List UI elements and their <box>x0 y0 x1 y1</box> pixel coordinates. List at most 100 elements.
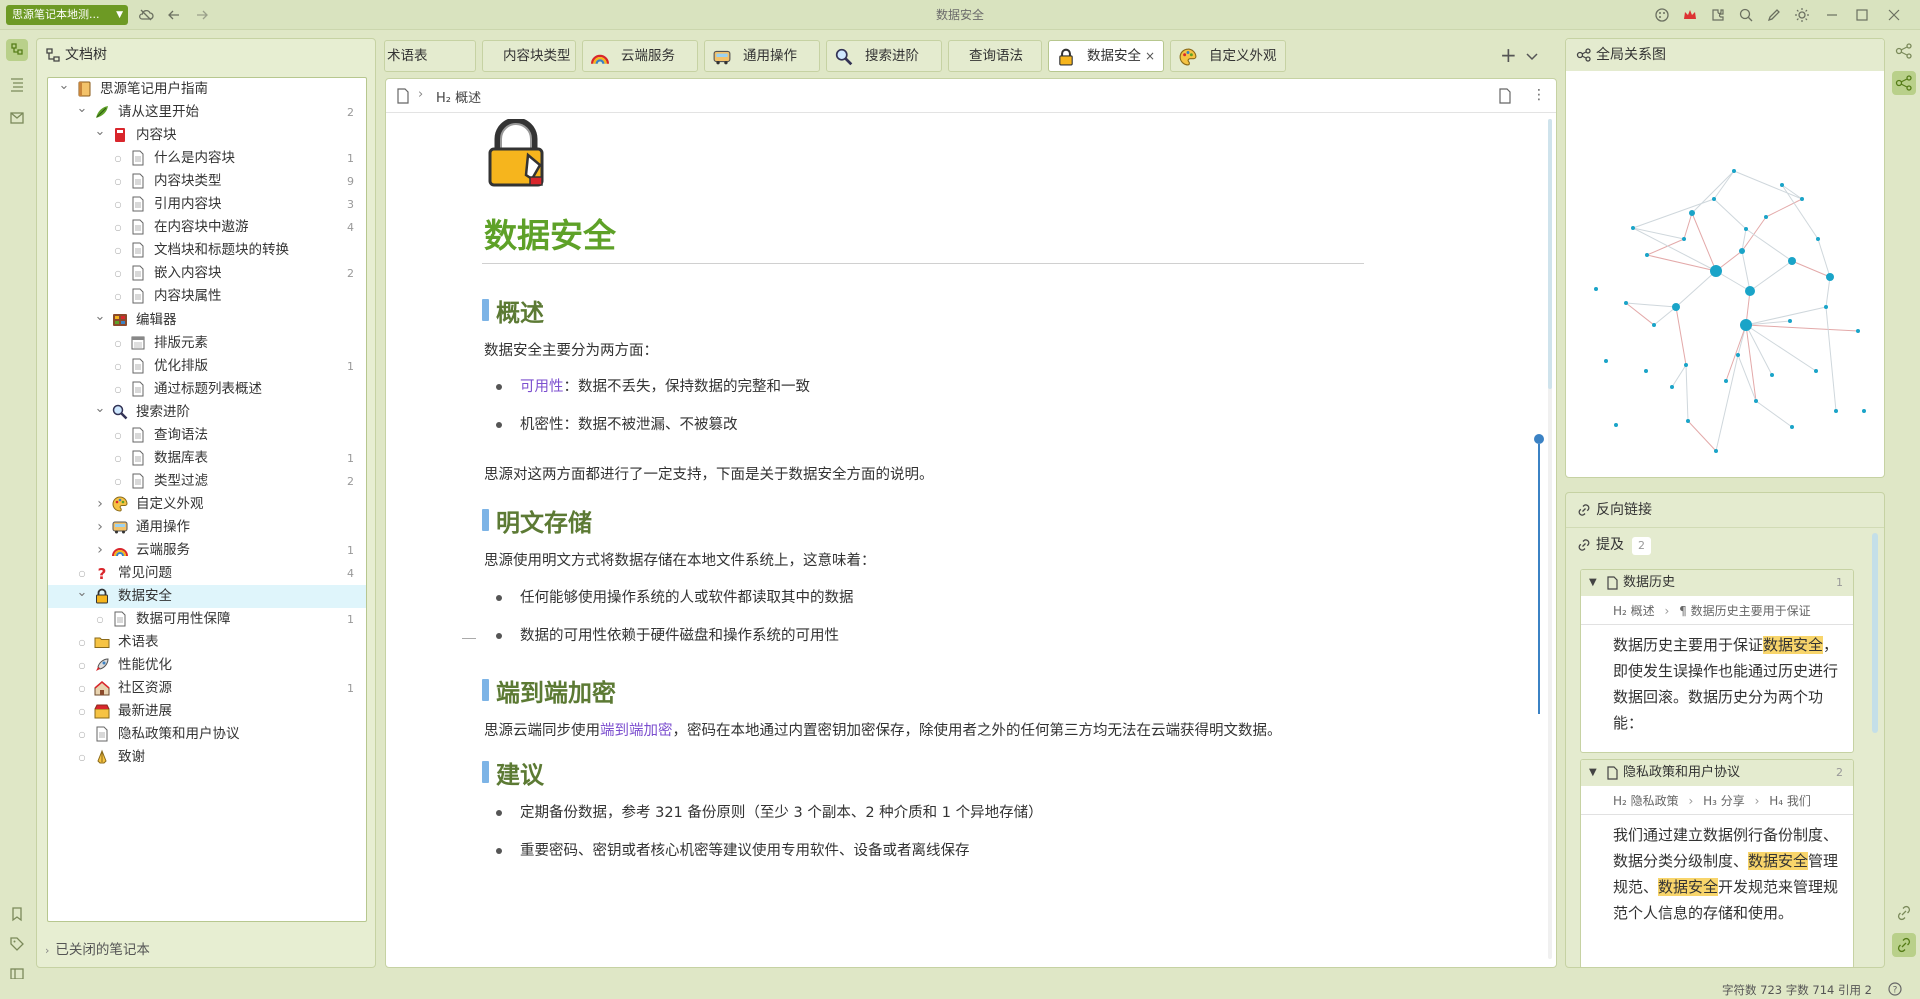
paragraph[interactable]: 思源云端同步使用端到端加密，密码在本地通过内置密钥加密保存，除使用者之外的任何第… <box>484 719 1282 740</box>
tree-item[interactable]: ⌄ 编辑器 <box>48 309 366 332</box>
crown-icon[interactable] <box>1682 7 1698 23</box>
tree-item[interactable]: ○ 在内容块中遨游 4 <box>48 216 366 239</box>
graph-node[interactable] <box>1764 215 1768 219</box>
tree-item[interactable]: › 云端服务 1 <box>48 539 366 562</box>
tree-item[interactable]: › 通用操作 <box>48 516 366 539</box>
tree-item[interactable]: ○ 引用内容块 3 <box>48 193 366 216</box>
breadcrumb-item[interactable]: H₂ 概述 <box>436 87 481 106</box>
breadcrumb-item[interactable]: H₄ 我们 <box>1769 794 1811 808</box>
tree-item[interactable]: ○ 社区资源 1 <box>48 677 366 700</box>
graph-node[interactable] <box>1670 385 1674 389</box>
graph-node[interactable] <box>1824 305 1828 309</box>
link-dock-icon[interactable] <box>1894 903 1914 923</box>
search-icon[interactable] <box>1738 7 1754 23</box>
graph-node[interactable] <box>1856 329 1860 333</box>
link-e2e-encryption[interactable]: 端到端加密 <box>600 723 673 739</box>
tab[interactable]: 云端服务 <box>582 40 698 72</box>
chevron-right-icon[interactable]: › <box>94 493 106 516</box>
tab[interactable]: 数据安全 × <box>1048 40 1164 72</box>
backlink-text[interactable]: 我们通过建立数据例行备份制度、数据分类分级制度、数据安全管理规范、数据安全开发规… <box>1613 822 1841 926</box>
graph-node[interactable] <box>1816 237 1820 241</box>
graph-node[interactable] <box>1682 237 1686 241</box>
mentions-header[interactable]: 提及 2 <box>1566 527 1884 561</box>
tree-item[interactable]: ○ 性能优化 <box>48 654 366 677</box>
graph-node[interactable] <box>1754 399 1758 403</box>
graph-node[interactable] <box>1740 319 1752 331</box>
graph-canvas[interactable] <box>1566 71 1884 477</box>
lock-icon[interactable] <box>484 119 550 189</box>
tree-item[interactable]: ⌄ 搜索进阶 <box>48 401 366 424</box>
chevron-down-icon[interactable]: ⌄ <box>94 401 106 424</box>
graph-node[interactable] <box>1790 425 1794 429</box>
graph-node[interactable] <box>1780 183 1784 187</box>
tree-item[interactable]: ○ 内容块属性 <box>48 285 366 308</box>
tree-item[interactable]: ○ 嵌入内容块 2 <box>48 262 366 285</box>
tree-item[interactable]: ○? 常见问题 4 <box>48 562 366 585</box>
tree-item[interactable]: ○ 查询语法 <box>48 424 366 447</box>
tab[interactable]: 术语表 <box>384 40 476 72</box>
edit-icon[interactable] <box>1766 7 1782 23</box>
graph-node[interactable] <box>1714 449 1718 453</box>
tree-item[interactable]: ⌄ 思源笔记用户指南 <box>48 78 366 101</box>
graph-node[interactable] <box>1744 227 1748 231</box>
graph-node[interactable] <box>1788 257 1796 265</box>
graph-node[interactable] <box>1862 409 1866 413</box>
graph-node[interactable] <box>1689 210 1695 216</box>
add-tab-icon[interactable]: + <box>1500 45 1518 65</box>
tree-item[interactable]: ○ 数据库表 1 <box>48 447 366 470</box>
chevron-down-icon[interactable]: ⌄ <box>94 124 106 147</box>
tree-item[interactable]: ○ 隐私政策和用户协议 <box>48 723 366 746</box>
graph-node[interactable] <box>1724 379 1728 383</box>
breadcrumb-item[interactable]: ¶ 数据历史主要用于保证 <box>1679 604 1810 618</box>
plugin-icon[interactable] <box>1710 7 1726 23</box>
list-item[interactable]: 机密性：数据不被泄漏、不被篡改 <box>520 413 738 434</box>
closed-notebooks[interactable]: › 已关闭的笔记本 <box>45 939 345 961</box>
graph-node[interactable] <box>1614 423 1618 427</box>
breadcrumb-item[interactable]: H₂ 隐私政策 <box>1613 794 1679 808</box>
graph-node[interactable] <box>1604 359 1608 363</box>
tab[interactable]: 自定义外观 <box>1170 40 1286 72</box>
palette-icon[interactable] <box>1654 7 1670 23</box>
backlink-card-header[interactable]: ▼ 数据历史 1 <box>1581 570 1853 596</box>
graph-node[interactable] <box>1739 248 1745 254</box>
chevron-down-icon[interactable]: ⌄ <box>94 309 106 332</box>
tab[interactable]: 内容块类型 <box>482 40 576 72</box>
graph-node[interactable] <box>1732 169 1736 173</box>
graph-node[interactable] <box>1686 419 1690 423</box>
chevron-down-icon[interactable]: ⌄ <box>76 585 88 608</box>
list-item[interactable]: 定期备份数据，参考 321 备份原则（至少 3 个副本、2 种介质和 1 个异地… <box>520 801 1043 822</box>
chevron-down-icon[interactable]: ⌄ <box>58 78 70 101</box>
breadcrumb-item[interactable]: H₃ 分享 <box>1703 794 1745 808</box>
doc-info-icon[interactable] <box>1498 88 1512 104</box>
help-icon[interactable]: ? <box>1888 982 1902 996</box>
graph-node[interactable] <box>1624 301 1628 305</box>
chevron-down-icon[interactable]: ⌄ <box>76 101 88 124</box>
graph-dock-icon[interactable] <box>1894 41 1914 61</box>
tree-item[interactable]: ○ 文档块和标题块的转换 <box>48 239 366 262</box>
backlink-active-icon[interactable] <box>1892 933 1916 957</box>
paragraph[interactable]: 思源使用明文方式将数据存储在本地文件系统上，这意味着： <box>484 549 876 570</box>
graph-node[interactable] <box>1631 226 1635 230</box>
chevron-right-icon[interactable]: › <box>94 539 106 562</box>
graph-node[interactable] <box>1672 303 1680 311</box>
breadcrumb-item[interactable]: H₂ 概述 <box>1613 604 1655 618</box>
backlink-card-header[interactable]: ▼ 隐私政策和用户协议 2 <box>1581 760 1853 786</box>
graph-node[interactable] <box>1770 373 1774 377</box>
document-title[interactable]: 数据安全 <box>484 209 616 257</box>
list-item[interactable]: 可用性：数据不丢失，保持数据的完整和一致 <box>520 375 810 396</box>
tree-item[interactable]: ○ 通过标题列表概述 <box>48 378 366 401</box>
tree-item[interactable]: ⌄ 数据安全 <box>48 585 366 609</box>
file-icon[interactable] <box>396 88 410 104</box>
graph-node[interactable] <box>1788 319 1792 323</box>
tab[interactable]: 搜索进阶 <box>826 40 942 72</box>
theme-icon[interactable] <box>1794 7 1810 23</box>
tree-item[interactable]: ○ 排版元素 <box>48 332 366 355</box>
chevron-right-icon[interactable]: › <box>94 516 106 539</box>
graph-node[interactable] <box>1644 369 1648 373</box>
graph-node[interactable] <box>1800 197 1804 201</box>
tree-item[interactable]: ○ 内容块类型 9 <box>48 170 366 193</box>
graph-node[interactable] <box>1736 353 1740 357</box>
graph-node[interactable] <box>1710 265 1722 277</box>
list-item[interactable]: 任何能够使用操作系统的人或软件都读取其中的数据 <box>520 586 854 607</box>
graph-node[interactable] <box>1814 369 1818 373</box>
